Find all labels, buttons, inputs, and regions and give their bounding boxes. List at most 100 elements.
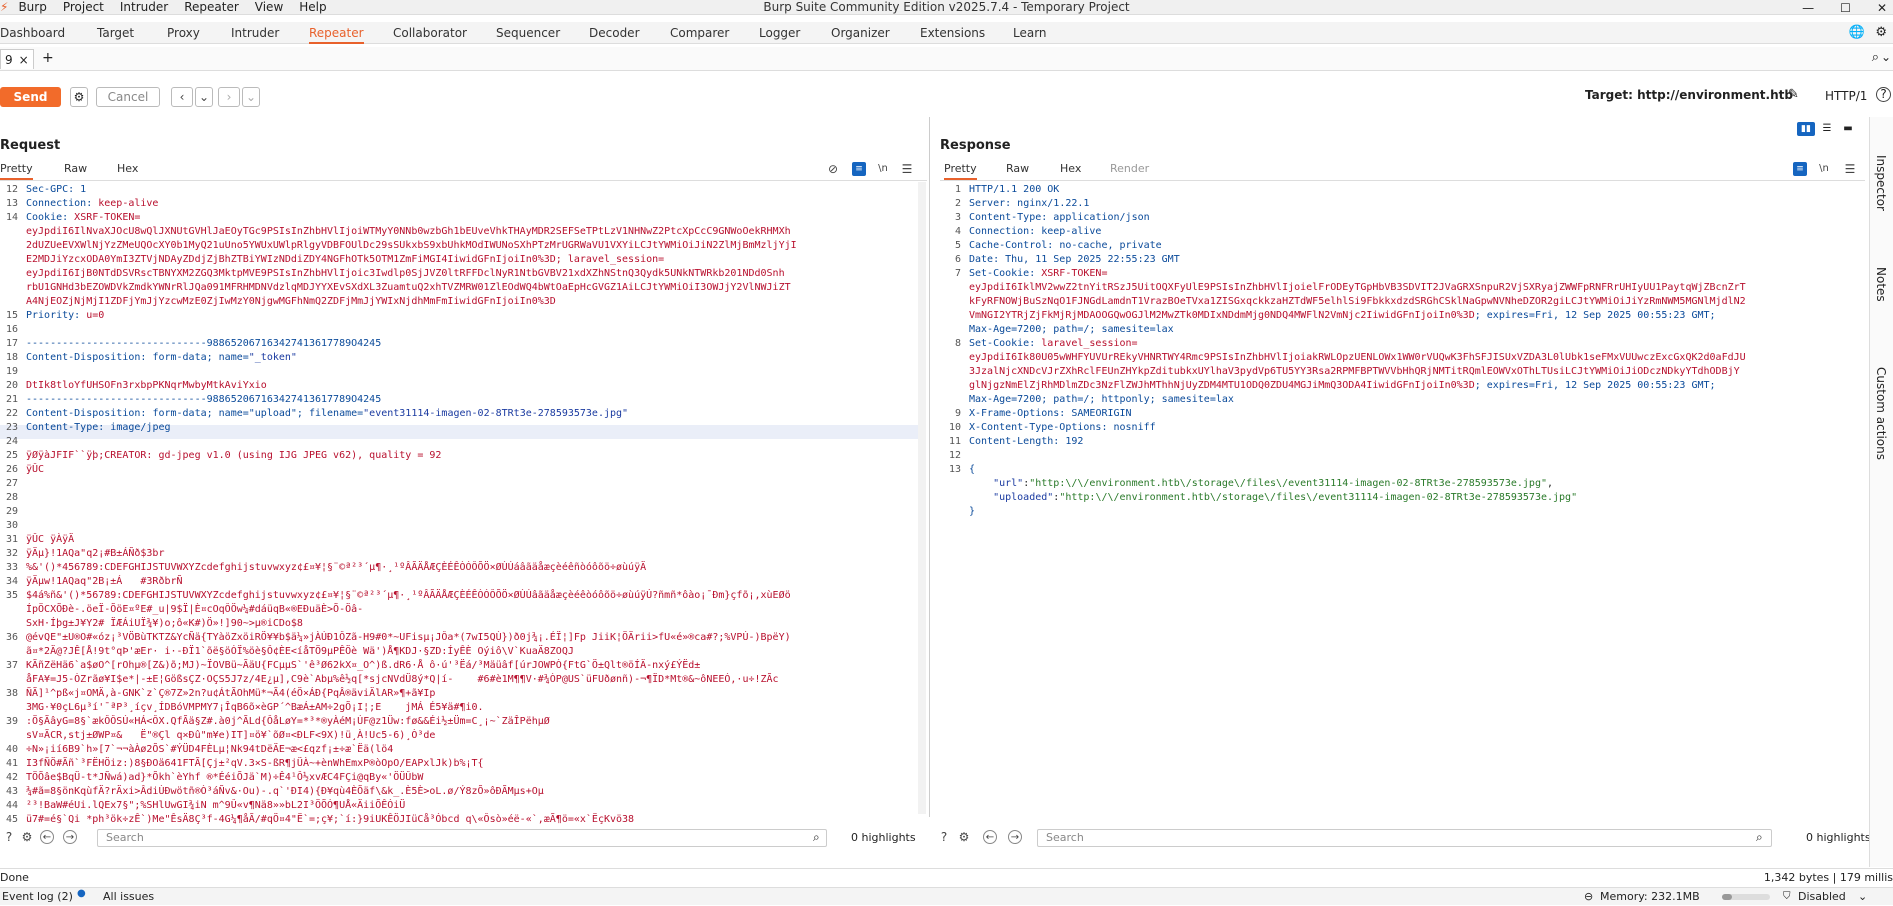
value-text: $4á%ñ&'()*56789:CDEFGHIJSTUVWXYZcdefghij…	[26, 590, 791, 601]
request-tab-raw[interactable]: Raw	[64, 160, 87, 178]
send-button[interactable]: Send	[0, 87, 61, 107]
request-tab-hex[interactable]: Hex	[117, 160, 138, 178]
response-search-input[interactable]: Search	[1037, 829, 1772, 847]
value-text: ÿÄµw!1AQaq"2B¡±Á #3RðbrÑ	[26, 576, 183, 587]
menu-intruder[interactable]: Intruder	[112, 0, 176, 15]
tab-learn[interactable]: Learn	[1013, 22, 1047, 44]
response-menu-icon[interactable]: ☰	[1843, 162, 1857, 176]
response-prev-icon[interactable]: ←	[983, 830, 997, 844]
response-wrap-icon[interactable]: \n	[1817, 162, 1831, 176]
format-icon[interactable]: ≡	[852, 162, 866, 176]
side-panel: Inspector Notes Custom actions	[1869, 117, 1893, 867]
code-line: ã¤*2Ä@?JÊ[Å!9t°qÞ'æEr· i·-ÐÏ1`õë§öÓÏ%öè§…	[26, 645, 890, 659]
code-line: åFA¥=J5-ÒZrãø¥I$e*|-±E¦GößsÇZ·OÇS5J7z/4E…	[26, 673, 890, 687]
value-text: TÖÕâe$BqÜ-t*JÑwá)ad}*Õkh`èYhf ®*ÉéiÕJä`M…	[26, 772, 424, 783]
line-text: ------------------------------9886520671…	[26, 394, 382, 405]
value-text: glNjgzNmElZjRhMDlmZDc3NzFlZWJhMThhNjUyZD…	[969, 380, 1475, 391]
code-line: Connection: keep-alive	[26, 197, 890, 211]
forward-arrow-icon[interactable]: ›	[218, 87, 240, 107]
tab-proxy[interactable]: Proxy	[167, 22, 200, 44]
event-log-link[interactable]: Event log (2)	[2, 888, 73, 906]
search-icon[interactable]: ⌕	[1872, 50, 1879, 65]
add-tab-icon[interactable]: +	[42, 50, 54, 66]
maximize-icon[interactable]: ☐	[1840, 1, 1851, 15]
code-line: ÿÛC	[26, 463, 890, 477]
request-wrap-icon[interactable]: \n	[876, 162, 890, 176]
tab-comparer[interactable]: Comparer	[670, 22, 729, 44]
response-tab-hex[interactable]: Hex	[1060, 160, 1081, 178]
tab-target[interactable]: Target	[97, 22, 134, 44]
tab-sequencer[interactable]: Sequencer	[496, 22, 560, 44]
response-settings-icon[interactable]: ⚙	[957, 830, 971, 844]
request-next-icon[interactable]: →	[63, 830, 77, 844]
help-icon[interactable]: ?	[1876, 87, 1891, 102]
value-text: kFyRFNOWjBuSzNqO1FJNGdLamdnT1VrazBOeTVxa…	[969, 296, 1746, 307]
code-line: TÖÕâe$BqÜ-t*JÑwá)ad}*Õkh`èYhf ®*ÉéiÕJä`M…	[26, 771, 890, 785]
menu-burp[interactable]: Burp	[10, 0, 54, 15]
request-search-input[interactable]: Search	[97, 829, 827, 847]
response-format-icon[interactable]: ≡	[1793, 162, 1807, 176]
tabbed-view-icon[interactable]: ▬	[1839, 122, 1857, 136]
menu-help[interactable]: Help	[291, 0, 334, 15]
disabled-status[interactable]: Disabled	[1798, 888, 1846, 906]
cancel-button[interactable]: Cancel	[96, 87, 160, 107]
quoted-text: "event31114-imagen-02-8TRt3e-278593573e.…	[363, 408, 629, 419]
line-number: 34	[5, 576, 18, 587]
stacked-view-icon[interactable]: ☰	[1818, 122, 1836, 136]
tab-repeater[interactable]: Repeater	[309, 22, 364, 44]
line-number: 37	[5, 660, 18, 671]
hide-icon[interactable]: ⊘	[826, 162, 840, 176]
edit-target-icon[interactable]: ✎	[1788, 87, 1799, 102]
menu-project[interactable]: Project	[55, 0, 112, 15]
line-number: 16	[5, 324, 18, 335]
value-text: 3MG·¥0çL6µ³í'¯ªP³¸íçv¸ÍDBóVMPMY7¡ÎqB6õ×è…	[26, 702, 484, 713]
inspector-tab[interactable]: Inspector	[1874, 155, 1888, 211]
tab-dashboard[interactable]: Dashboard	[0, 22, 65, 44]
gear-icon[interactable]: ⚙	[70, 87, 88, 107]
pane-divider[interactable]	[929, 117, 930, 817]
value-text: ÿÄµ}!1AQa"q2¡#B±ÁÑð$3br	[26, 548, 165, 559]
response-tab-render[interactable]: Render	[1110, 160, 1149, 178]
status-chevron-icon[interactable]: ⌄	[1858, 888, 1867, 906]
http-version[interactable]: HTTP/1	[1825, 89, 1867, 103]
line-number: 21	[5, 394, 18, 405]
globe-icon[interactable]: 🌐	[1849, 25, 1865, 40]
code-line: ü7#=é§`Qi *ph³ök÷zÊ`)Me"ÊsÄ8Ç³f-4G¼¶åÃ/#…	[26, 813, 890, 827]
request-tab-pretty[interactable]: Pretty	[0, 160, 33, 180]
request-prev-icon[interactable]: ←	[40, 830, 54, 844]
request-help-icon[interactable]: ?	[2, 830, 16, 844]
header-value: SAMEORIGIN	[1071, 408, 1132, 419]
tab-decoder[interactable]: Decoder	[589, 22, 640, 44]
back-dropdown-icon[interactable]: ⌄	[195, 87, 213, 107]
tab-intruder[interactable]: Intruder	[231, 22, 279, 44]
header-value: Thu, 11 Sep 2025 22:55:23 GMT	[1005, 254, 1180, 265]
settings-icon[interactable]: ⚙	[1875, 25, 1887, 40]
split-view-icon[interactable]: ▮▮	[1797, 122, 1815, 136]
tab-extensions[interactable]: Extensions	[920, 22, 985, 44]
tab-logger[interactable]: Logger	[759, 22, 800, 44]
header-name: Content-Disposition:	[26, 408, 153, 419]
tab-organizer[interactable]: Organizer	[831, 22, 890, 44]
subtab-9[interactable]: 9 ×	[0, 49, 34, 69]
all-issues-link[interactable]: All issues	[103, 888, 154, 906]
close-icon[interactable]: ✕	[1877, 1, 1887, 15]
tab-collaborator[interactable]: Collaborator	[393, 22, 467, 44]
response-tab-pretty[interactable]: Pretty	[944, 160, 977, 180]
menu-repeater[interactable]: Repeater	[176, 0, 247, 15]
menu-view[interactable]: View	[247, 0, 291, 15]
chevron-down-icon[interactable]: ⌄	[1881, 50, 1891, 64]
response-help-icon[interactable]: ?	[937, 830, 951, 844]
custom-actions-tab[interactable]: Custom actions	[1874, 367, 1888, 460]
code-line: kFyRFNOWjBuSzNqO1FJNGdLamdnT1VrazBOeTVxa…	[969, 295, 1863, 309]
response-next-icon[interactable]: →	[1008, 830, 1022, 844]
back-arrow-icon[interactable]: ‹	[171, 87, 193, 107]
shield-icon: ⛉	[1783, 891, 1791, 902]
response-tab-raw[interactable]: Raw	[1006, 160, 1029, 178]
request-settings-icon[interactable]: ⚙	[20, 830, 34, 844]
minimize-icon[interactable]: —	[1802, 1, 1814, 15]
close-tab-icon[interactable]: ×	[19, 53, 29, 67]
request-menu-icon[interactable]: ☰	[900, 162, 914, 176]
forward-dropdown-icon[interactable]: ⌄	[242, 87, 260, 107]
notes-tab[interactable]: Notes	[1874, 267, 1888, 302]
request-scrollbar[interactable]	[918, 182, 926, 814]
